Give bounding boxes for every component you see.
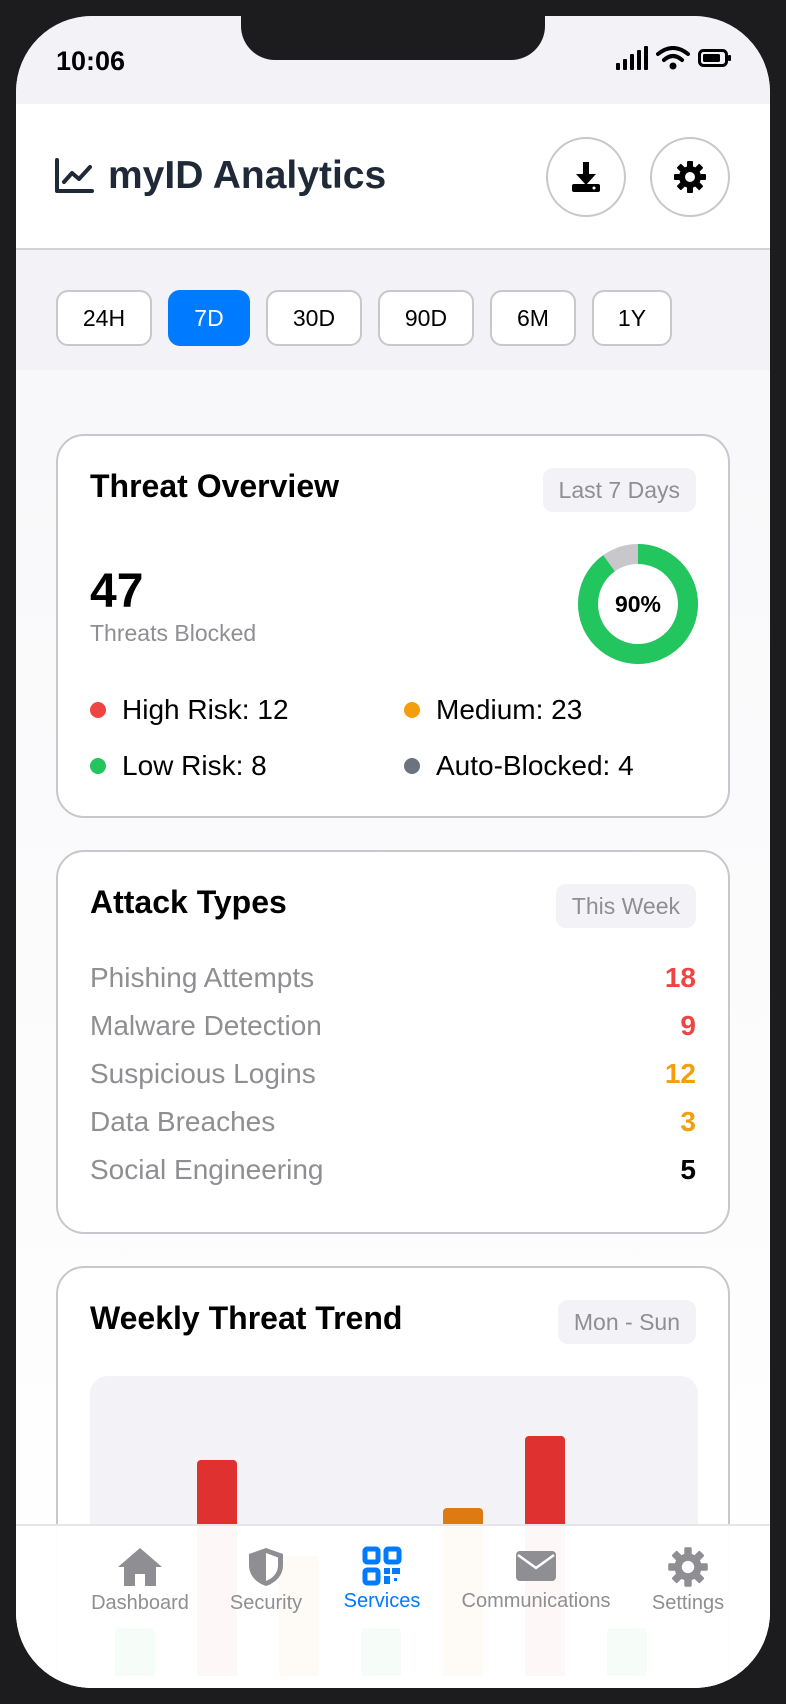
notch xyxy=(241,16,545,60)
content-area: Threat Overview Last 7 Days 47 Threats B… xyxy=(16,370,770,1688)
card-title: Weekly Threat Trend xyxy=(90,1300,403,1336)
attack-types-card: Attack Types This Week Phishing Attempts… xyxy=(56,850,730,1234)
blocked-percent-label: 90% xyxy=(614,590,662,617)
tab-label: Communications xyxy=(461,1590,611,1612)
tab-security[interactable]: Security xyxy=(206,1546,326,1615)
battery-icon xyxy=(698,49,731,67)
attack-row-data-breaches: Data Breaches 3 xyxy=(90,1102,696,1142)
attack-row-social-engineering: Social Engineering 5 xyxy=(90,1150,696,1190)
cellular-signal-icon xyxy=(616,46,648,70)
screen: 10:06 myID Analytics 24H 7D 30D 90D 6M 1… xyxy=(16,16,770,1688)
attack-value: 5 xyxy=(680,1154,696,1185)
tab-label: Security xyxy=(229,1592,303,1614)
medium-dot-icon xyxy=(404,702,420,718)
threat-overview-card: Threat Overview Last 7 Days 47 Threats B… xyxy=(56,434,730,818)
status-time: 10:06 xyxy=(56,46,126,76)
qr-code-icon xyxy=(362,1546,402,1586)
card-badge: This Week xyxy=(555,884,696,928)
period-24h-button[interactable]: 24H xyxy=(56,290,152,346)
download-icon xyxy=(572,162,600,192)
settings-button[interactable] xyxy=(650,137,730,217)
period-1y-button[interactable]: 1Y xyxy=(592,290,672,346)
attack-value: 18 xyxy=(664,962,696,993)
tab-services[interactable]: Services xyxy=(322,1546,442,1613)
legend-high-risk: High Risk: 12 xyxy=(90,694,289,726)
attack-label: Suspicious Logins xyxy=(90,1058,316,1089)
low-risk-dot-icon xyxy=(90,758,106,774)
shield-icon xyxy=(249,1548,283,1586)
bottom-tab-bar: Dashboard Security Services Communicatio… xyxy=(16,1524,770,1688)
wifi-icon xyxy=(656,46,690,70)
period-90d-button[interactable]: 90D xyxy=(378,290,474,346)
phone-frame: 10:06 myID Analytics 24H 7D 30D 90D 6M 1… xyxy=(0,0,786,1704)
legend-label: Low Risk: 8 xyxy=(122,750,267,781)
tab-label: Services xyxy=(343,1590,421,1612)
high-risk-dot-icon xyxy=(90,702,106,718)
download-button[interactable] xyxy=(546,137,626,217)
attack-value: 3 xyxy=(680,1106,696,1137)
card-badge: Last 7 Days xyxy=(542,468,696,512)
legend-label: Medium: 23 xyxy=(436,694,583,725)
legend-low-risk: Low Risk: 8 xyxy=(90,750,267,782)
legend-medium: Medium: 23 xyxy=(404,694,582,726)
attack-value: 12 xyxy=(664,1058,696,1089)
card-title: Attack Types xyxy=(90,884,287,920)
chart-line-icon xyxy=(55,158,94,193)
attack-label: Social Engineering xyxy=(90,1154,324,1185)
attack-label: Malware Detection xyxy=(90,1010,322,1041)
attack-row-suspicious-logins: Suspicious Logins 12 xyxy=(90,1054,696,1094)
period-6m-button[interactable]: 6M xyxy=(490,290,576,346)
envelope-icon xyxy=(516,1551,556,1581)
tab-label: Dashboard xyxy=(91,1592,189,1614)
attack-row-phishing: Phishing Attempts 18 xyxy=(90,958,696,998)
legend-label: Auto-Blocked: 4 xyxy=(436,750,634,781)
period-selector: 24H 7D 30D 90D 6M 1Y xyxy=(16,250,770,370)
tab-dashboard[interactable]: Dashboard xyxy=(70,1546,210,1615)
tab-label: Settings xyxy=(651,1592,725,1614)
threats-blocked-label: Threats Blocked xyxy=(90,620,257,646)
card-badge: Mon - Sun xyxy=(557,1300,696,1344)
tab-settings[interactable]: Settings xyxy=(628,1546,748,1615)
home-icon xyxy=(118,1548,162,1586)
app-header: myID Analytics xyxy=(16,104,770,250)
gear-icon xyxy=(668,1547,708,1587)
tab-communications[interactable]: Communications xyxy=(448,1546,624,1613)
attack-label: Data Breaches xyxy=(90,1106,276,1137)
attack-value: 9 xyxy=(680,1010,696,1041)
attack-row-malware: Malware Detection 9 xyxy=(90,1006,696,1046)
auto-blocked-dot-icon xyxy=(404,758,420,774)
card-title: Threat Overview xyxy=(90,468,339,504)
threats-blocked-count: 47 xyxy=(90,565,144,618)
attack-label: Phishing Attempts xyxy=(90,962,315,993)
status-icons xyxy=(616,46,732,70)
legend-auto-blocked: Auto-Blocked: 4 xyxy=(404,750,634,782)
legend-label: High Risk: 12 xyxy=(122,694,289,725)
page-title: myID Analytics xyxy=(108,154,387,197)
header-title-group: myID Analytics xyxy=(54,154,386,198)
period-7d-button[interactable]: 7D xyxy=(168,290,250,346)
period-30d-button[interactable]: 30D xyxy=(266,290,362,346)
gear-icon xyxy=(674,161,706,193)
